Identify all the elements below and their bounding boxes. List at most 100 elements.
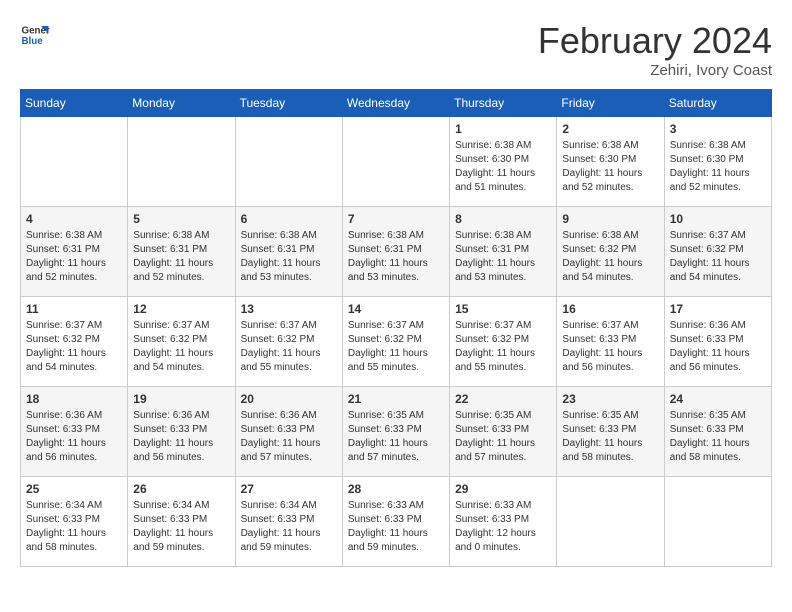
day-number: 18 [26,392,122,406]
day-detail: Sunrise: 6:36 AM Sunset: 6:33 PM Dayligh… [133,409,229,465]
calendar-cell: 17Sunrise: 6:36 AM Sunset: 6:33 PM Dayli… [664,297,771,387]
calendar-cell [21,117,128,207]
day-detail: Sunrise: 6:33 AM Sunset: 6:33 PM Dayligh… [455,499,551,555]
calendar-cell: 13 Sunrise: 6:37 AM Sunset: 6:32 PM Dayli… [235,297,342,387]
day-detail: Sunrise: 6:34 AM Sunset: 6:33 PM Dayligh… [133,499,229,555]
calendar-cell: 3Sunrise: 6:38 AM Sunset: 6:30 PM Daylig… [664,117,771,207]
location: Zehiri, Ivory Coast [538,62,772,79]
calendar-cell [664,477,771,567]
calendar-cell: 24Sunrise: 6:35 AM Sunset: 6:33 PM Dayli… [664,387,771,477]
calendar-cell [557,477,664,567]
calendar-week-row: 18 Sunrise: 6:36 AM Sunset: 6:33 PM Dayli… [21,387,772,477]
calendar-cell: 12 Sunrise: 6:37 AM Sunset: 6:32 PM Dayli… [128,297,235,387]
calendar-cell: 6Sunrise: 6:38 AM Sunset: 6:31 PM Daylig… [235,207,342,297]
day-detail: Sunrise: 6:38 AM Sunset: 6:32 PM Dayligh… [562,229,658,285]
calendar-cell: 23 Sunrise: 6:35 AM Sunset: 6:33 PM Dayli… [557,387,664,477]
svg-text:Blue: Blue [22,36,44,47]
day-detail: Sunrise: 6:38 AM Sunset: 6:31 PM Dayligh… [455,229,551,285]
day-detail: Sunrise: 6:37 AM Sunset: 6:32 PM Dayligh… [133,319,229,375]
day-detail: Sunrise: 6:35 AM Sunset: 6:33 PM Dayligh… [670,409,766,465]
day-of-week-header: Wednesday [342,90,449,117]
day-detail: Sunrise: 6:34 AM Sunset: 6:33 PM Dayligh… [241,499,337,555]
day-of-week-header: Friday [557,90,664,117]
day-number: 28 [348,482,444,496]
calendar-cell: 22 Sunrise: 6:35 AM Sunset: 6:33 PM Dayli… [450,387,557,477]
day-detail: Sunrise: 6:38 AM Sunset: 6:31 PM Dayligh… [26,229,122,285]
calendar-cell: 21Sunrise: 6:35 AM Sunset: 6:33 PM Dayli… [342,387,449,477]
calendar-cell: 4 Sunrise: 6:38 AM Sunset: 6:31 PM Daylig… [21,207,128,297]
day-detail: Sunrise: 6:37 AM Sunset: 6:32 PM Dayligh… [241,319,337,375]
day-of-week-header: Tuesday [235,90,342,117]
day-detail: Sunrise: 6:36 AM Sunset: 6:33 PM Dayligh… [670,319,766,375]
calendar-cell: 16 Sunrise: 6:37 AM Sunset: 6:33 PM Dayli… [557,297,664,387]
calendar-cell: 14 Sunrise: 6:37 AM Sunset: 6:32 PM Dayli… [342,297,449,387]
logo: General Blue [20,20,50,50]
logo-icon: General Blue [20,20,50,50]
calendar-body: 1 Sunrise: 6:38 AM Sunset: 6:30 PM Daylig… [21,117,772,567]
day-detail: Sunrise: 6:38 AM Sunset: 6:30 PM Dayligh… [562,139,658,195]
day-detail: Sunrise: 6:37 AM Sunset: 6:32 PM Dayligh… [348,319,444,375]
month-title: February 2024 [538,20,772,62]
day-number: 12 [133,302,229,316]
day-detail: Sunrise: 6:38 AM Sunset: 6:30 PM Dayligh… [455,139,551,195]
calendar-cell: 9Sunrise: 6:38 AM Sunset: 6:32 PM Daylig… [557,207,664,297]
day-number: 7 [348,212,444,226]
calendar-cell: 19 Sunrise: 6:36 AM Sunset: 6:33 PM Dayli… [128,387,235,477]
day-detail: Sunrise: 6:35 AM Sunset: 6:33 PM Dayligh… [562,409,658,465]
calendar-week-row: 25 Sunrise: 6:34 AM Sunset: 6:33 PM Dayli… [21,477,772,567]
calendar-cell: 2 Sunrise: 6:38 AM Sunset: 6:30 PM Daylig… [557,117,664,207]
calendar-cell: 10 Sunrise: 6:37 AM Sunset: 6:32 PM Dayli… [664,207,771,297]
day-number: 22 [455,392,551,406]
calendar-cell: 27 Sunrise: 6:34 AM Sunset: 6:33 PM Dayli… [235,477,342,567]
day-detail: Sunrise: 6:38 AM Sunset: 6:31 PM Dayligh… [348,229,444,285]
calendar-cell: 7 Sunrise: 6:38 AM Sunset: 6:31 PM Daylig… [342,207,449,297]
day-detail: Sunrise: 6:37 AM Sunset: 6:32 PM Dayligh… [455,319,551,375]
calendar-week-row: 11 Sunrise: 6:37 AM Sunset: 6:32 PM Dayli… [21,297,772,387]
day-number: 2 [562,122,658,136]
calendar-cell: 25 Sunrise: 6:34 AM Sunset: 6:33 PM Dayli… [21,477,128,567]
day-number: 8 [455,212,551,226]
day-number: 5 [133,212,229,226]
calendar-cell [128,117,235,207]
day-detail: Sunrise: 6:36 AM Sunset: 6:33 PM Dayligh… [241,409,337,465]
day-detail: Sunrise: 6:37 AM Sunset: 6:32 PM Dayligh… [26,319,122,375]
day-number: 15 [455,302,551,316]
day-of-week-header: Monday [128,90,235,117]
day-number: 11 [26,302,122,316]
day-number: 25 [26,482,122,496]
day-detail: Sunrise: 6:34 AM Sunset: 6:33 PM Dayligh… [26,499,122,555]
day-number: 6 [241,212,337,226]
day-number: 27 [241,482,337,496]
day-detail: Sunrise: 6:37 AM Sunset: 6:32 PM Dayligh… [670,229,766,285]
day-number: 29 [455,482,551,496]
calendar-cell [342,117,449,207]
day-number: 10 [670,212,766,226]
calendar-cell: 20 Sunrise: 6:36 AM Sunset: 6:33 PM Dayli… [235,387,342,477]
calendar-week-row: 4 Sunrise: 6:38 AM Sunset: 6:31 PM Daylig… [21,207,772,297]
day-detail: Sunrise: 6:37 AM Sunset: 6:33 PM Dayligh… [562,319,658,375]
day-number: 19 [133,392,229,406]
calendar-table: SundayMondayTuesdayWednesdayThursdayFrid… [20,89,772,567]
day-number: 21 [348,392,444,406]
day-number: 16 [562,302,658,316]
calendar-header-row: SundayMondayTuesdayWednesdayThursdayFrid… [21,90,772,117]
day-of-week-header: Saturday [664,90,771,117]
day-detail: Sunrise: 6:33 AM Sunset: 6:33 PM Dayligh… [348,499,444,555]
calendar-cell: 26Sunrise: 6:34 AM Sunset: 6:33 PM Dayli… [128,477,235,567]
day-number: 23 [562,392,658,406]
day-detail: Sunrise: 6:36 AM Sunset: 6:33 PM Dayligh… [26,409,122,465]
day-number: 1 [455,122,551,136]
day-number: 3 [670,122,766,136]
title-block: February 2024 Zehiri, Ivory Coast [538,20,772,79]
day-number: 20 [241,392,337,406]
day-number: 13 [241,302,337,316]
day-detail: Sunrise: 6:35 AM Sunset: 6:33 PM Dayligh… [455,409,551,465]
day-of-week-header: Sunday [21,90,128,117]
day-number: 14 [348,302,444,316]
calendar-cell: 1 Sunrise: 6:38 AM Sunset: 6:30 PM Daylig… [450,117,557,207]
day-number: 4 [26,212,122,226]
day-of-week-header: Thursday [450,90,557,117]
calendar-week-row: 1 Sunrise: 6:38 AM Sunset: 6:30 PM Daylig… [21,117,772,207]
calendar-cell: 15 Sunrise: 6:37 AM Sunset: 6:32 PM Dayli… [450,297,557,387]
calendar-cell: 5Sunrise: 6:38 AM Sunset: 6:31 PM Daylig… [128,207,235,297]
